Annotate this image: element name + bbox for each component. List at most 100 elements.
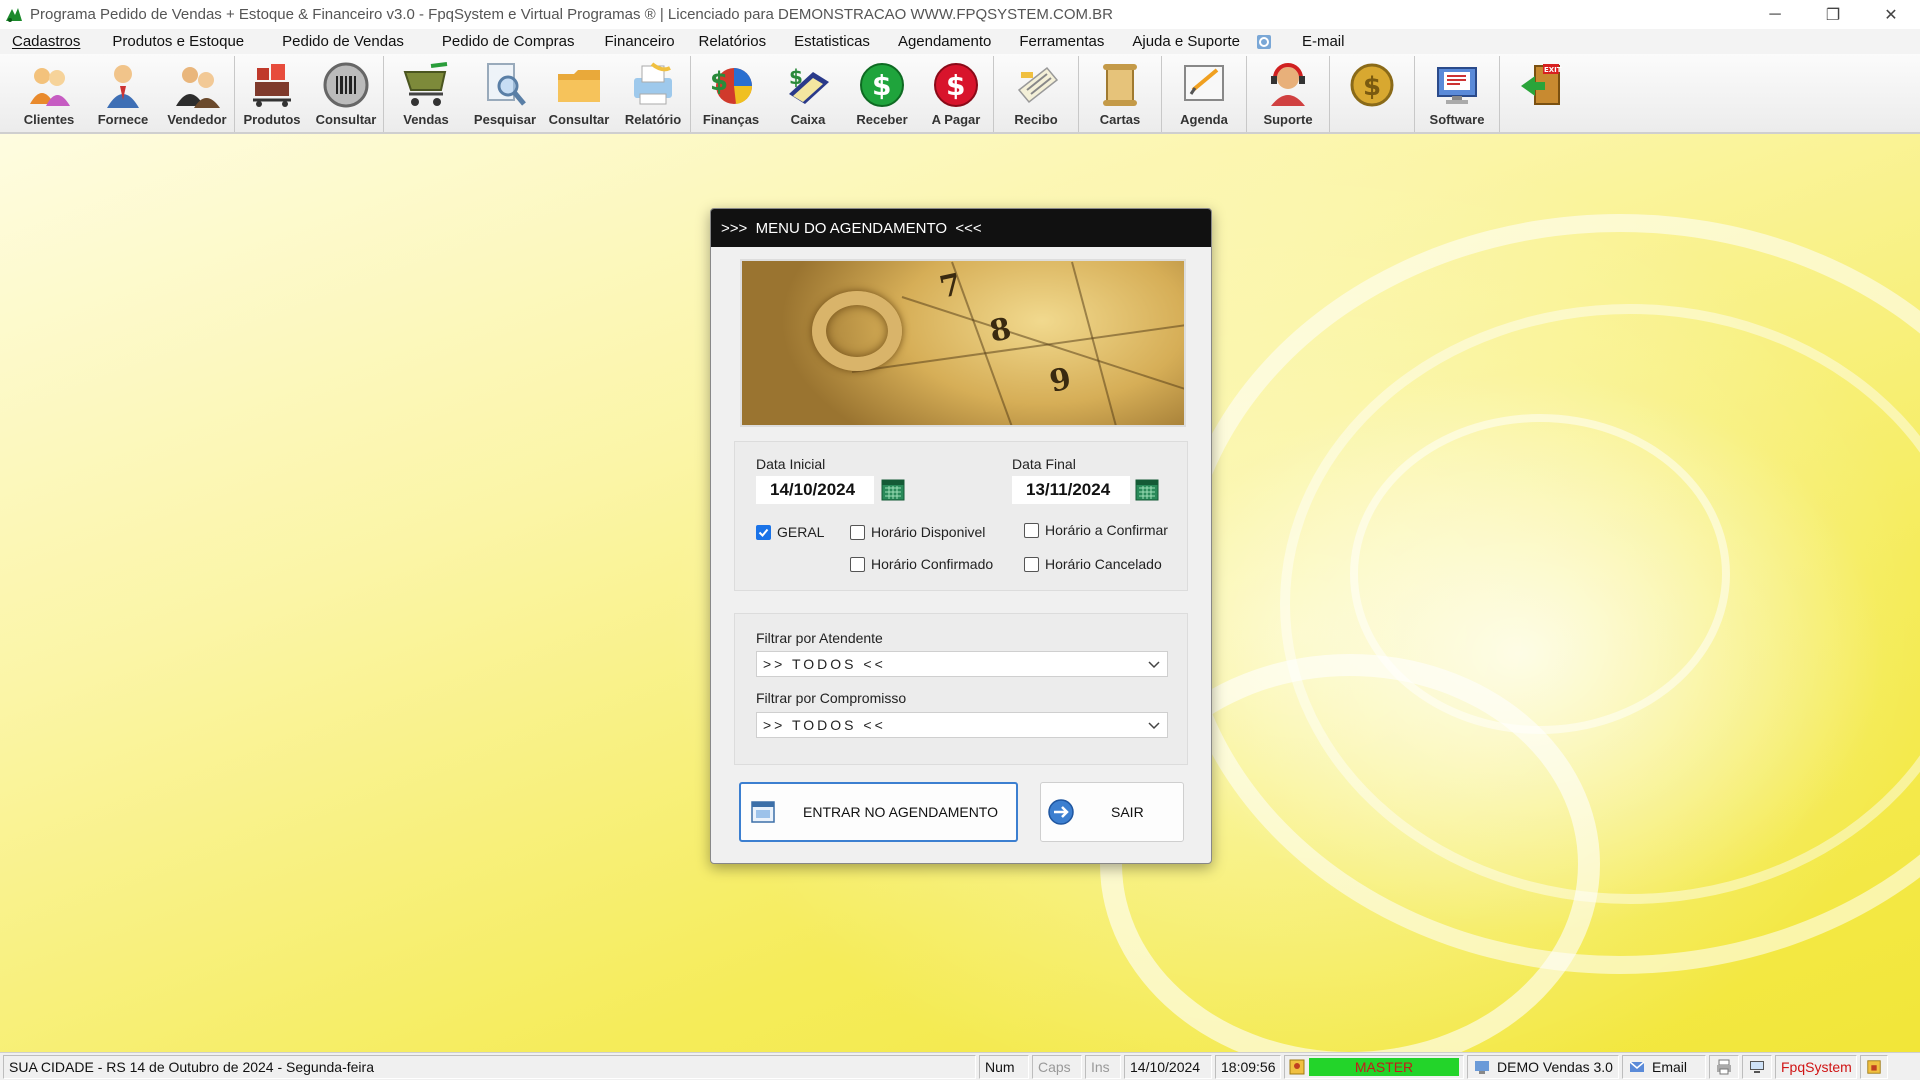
- apagar-label: A Pagar: [931, 112, 981, 127]
- suporte-button[interactable]: Suporte: [1247, 54, 1329, 132]
- calendar-icon[interactable]: [881, 478, 905, 502]
- produtos-button[interactable]: Produtos: [235, 54, 309, 132]
- minimize-button[interactable]: ─: [1746, 0, 1804, 29]
- shopping-cart-icon: [403, 62, 448, 106]
- menu-cadastros[interactable]: Cadastros: [0, 29, 92, 54]
- close-button[interactable]: ✕: [1862, 0, 1920, 29]
- monitor-icon: [1750, 1060, 1764, 1073]
- report-icon: [634, 62, 672, 105]
- search-document-icon: [487, 63, 526, 106]
- agendamento-dialog: >>> MENU DO AGENDAMENTO <<< 7 8 9 Data I…: [710, 208, 1212, 864]
- consultar-produtos-button[interactable]: Consultar: [309, 54, 383, 132]
- menu-ajuda-suporte[interactable]: Ajuda e Suporte: [1116, 29, 1252, 54]
- arrow-right-circle-icon: [1048, 799, 1074, 825]
- menu-estatisticas[interactable]: Estatisticas: [778, 29, 882, 54]
- data-inicial-label: Data Inicial: [756, 456, 826, 472]
- status-email-button[interactable]: Email: [1622, 1054, 1706, 1079]
- horario-cancelado-checkbox[interactable]: Horário Cancelado: [1024, 556, 1162, 572]
- data-final-label: Data Final: [1012, 456, 1076, 472]
- agenda-button[interactable]: Agenda: [1162, 54, 1246, 132]
- horario-disponivel-checkbox[interactable]: Horário Disponivel: [850, 524, 985, 540]
- date-filter-group: Data Inicial 14/10/2024 Data Final 13/11…: [734, 441, 1188, 591]
- fornece-button[interactable]: Fornece: [86, 54, 160, 132]
- vendas-button[interactable]: Vendas: [384, 54, 468, 132]
- pay-money-icon: $: [934, 63, 978, 107]
- atendente-value: >> TODOS <<: [763, 656, 886, 672]
- geral-checkbox[interactable]: GERAL: [756, 524, 824, 540]
- chevron-down-icon: [1148, 661, 1160, 669]
- status-printer-button[interactable]: [1709, 1054, 1739, 1079]
- seller-icon: [176, 67, 220, 108]
- clientes-button[interactable]: Clientes: [12, 54, 86, 132]
- filter-combos-group: Filtrar por Atendente >> TODOS << Filtra…: [734, 613, 1188, 765]
- svg-text:$: $: [789, 65, 803, 89]
- apagar-button[interactable]: $ A Pagar: [919, 54, 993, 132]
- status-ins: Ins: [1085, 1054, 1121, 1079]
- svg-text:$: $: [872, 69, 891, 102]
- relatorio-button[interactable]: Relatório: [616, 54, 690, 132]
- caixa-button[interactable]: $ Caixa: [771, 54, 845, 132]
- data-inicial-input[interactable]: 14/10/2024: [756, 476, 874, 504]
- compromisso-value: >> TODOS <<: [763, 717, 886, 733]
- cartas-button[interactable]: Cartas: [1079, 54, 1161, 132]
- recibo-button[interactable]: Recibo: [994, 54, 1078, 132]
- receive-money-icon: $: [860, 63, 904, 107]
- menu-ferramentas[interactable]: Ferramentas: [1003, 29, 1116, 54]
- support-icon: [1271, 63, 1305, 106]
- moeda-button[interactable]: $: [1330, 54, 1414, 132]
- horario-confirmar-checkbox[interactable]: Horário a Confirmar: [1024, 522, 1168, 538]
- sair-button[interactable]: SAIR: [1040, 782, 1184, 842]
- pesquisar-button[interactable]: Pesquisar: [468, 54, 542, 132]
- menu-pedido-compras[interactable]: Pedido de Compras: [416, 29, 587, 54]
- horario-confirmado-checkbox[interactable]: Horário Confirmado: [850, 556, 993, 572]
- finance-chart-icon: $: [710, 67, 753, 104]
- cartas-label: Cartas: [1099, 112, 1141, 127]
- menu-produtos-estoque[interactable]: Produtos e Estoque: [92, 29, 256, 54]
- calendar-icon[interactable]: [1135, 478, 1159, 502]
- restore-button[interactable]: ❐: [1804, 0, 1862, 29]
- printer-icon: [1717, 1059, 1731, 1074]
- menu-pedido-vendas[interactable]: Pedido de Vendas: [256, 29, 416, 54]
- financas-button[interactable]: $ Finanças: [691, 54, 771, 132]
- compromisso-select[interactable]: >> TODOS <<: [756, 712, 1168, 738]
- atendente-select[interactable]: >> TODOS <<: [756, 651, 1168, 677]
- status-user: MASTER: [1309, 1057, 1459, 1076]
- status-bar: SUA CIDADE - RS 14 de Outubro de 2024 - …: [0, 1052, 1920, 1080]
- software-label: Software: [1429, 112, 1485, 127]
- exit-button[interactable]: EXIT: [1500, 54, 1584, 132]
- scroll-icon: [1103, 64, 1137, 106]
- entrar-agendamento-button[interactable]: ENTRAR NO AGENDAMENTO: [739, 782, 1018, 842]
- refresh-icon[interactable]: [1254, 32, 1274, 52]
- checkbox-checked-icon: [756, 524, 771, 540]
- status-caps: Caps: [1032, 1054, 1082, 1079]
- cashbook-icon: $: [789, 65, 829, 104]
- menu-email[interactable]: E-mail: [1274, 29, 1357, 54]
- data-final-input[interactable]: 13/11/2024: [1012, 476, 1130, 504]
- menu-financeiro[interactable]: Financeiro: [587, 29, 687, 54]
- exit-door-icon: EXIT: [1521, 64, 1562, 105]
- software-button[interactable]: Software: [1415, 54, 1499, 132]
- produtos-label: Produtos: [243, 112, 301, 127]
- receber-button[interactable]: $ Receber: [845, 54, 919, 132]
- status-lock-panel: [1860, 1054, 1888, 1079]
- status-num: Num: [979, 1054, 1029, 1079]
- vendedor-button[interactable]: Vendedor: [160, 54, 234, 132]
- consultar-vendas-button[interactable]: Consultar: [542, 54, 616, 132]
- geral-label: GERAL: [777, 524, 825, 540]
- status-date: 14/10/2024: [1124, 1054, 1212, 1079]
- menu-relatorios[interactable]: Relatórios: [687, 29, 779, 54]
- horario-confirmar-label: Horário a Confirmar: [1045, 522, 1168, 538]
- menu-agendamento[interactable]: Agendamento: [882, 29, 1003, 54]
- consultar-label: Consultar: [315, 112, 377, 127]
- receber-label: Receber: [856, 112, 908, 127]
- status-version: DEMO Vendas 3.0: [1497, 1058, 1613, 1075]
- vendedor-label: Vendedor: [167, 112, 227, 127]
- title-bar: Programa Pedido de Vendas + Estoque & Fi…: [0, 0, 1920, 29]
- checkbox-unchecked-icon: [850, 524, 865, 540]
- relatorio-label: Relatório: [624, 112, 682, 127]
- entrar-label: ENTRAR NO AGENDAMENTO: [803, 804, 998, 820]
- status-location: SUA CIDADE - RS 14 de Outubro de 2024 - …: [3, 1054, 976, 1079]
- status-monitor-button[interactable]: [1742, 1054, 1772, 1079]
- software-monitor-icon: [1437, 67, 1477, 104]
- status-brand: FpqSystem: [1775, 1054, 1857, 1079]
